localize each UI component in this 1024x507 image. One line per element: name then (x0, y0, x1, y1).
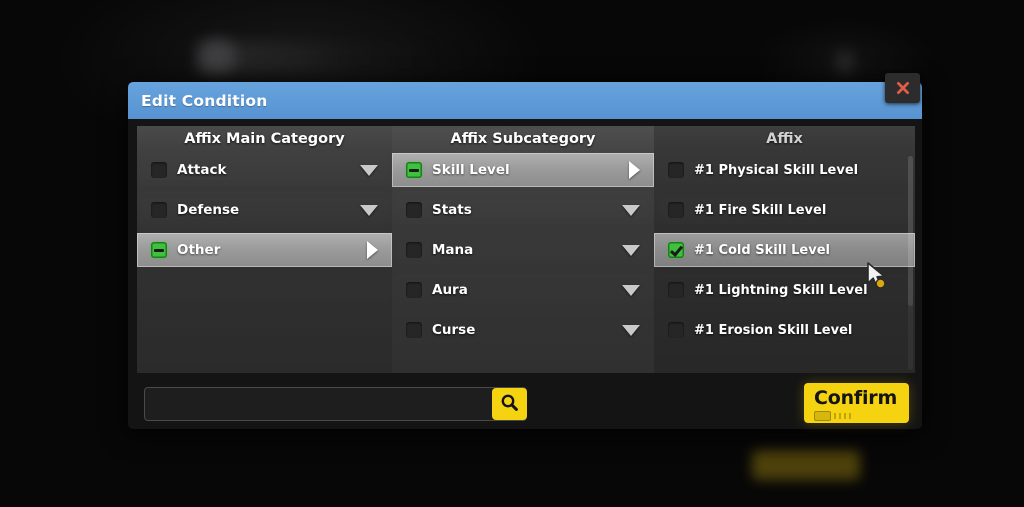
chevron-down-icon[interactable] (622, 244, 640, 256)
subcategory-row-curse[interactable]: Curse (392, 313, 654, 347)
checkbox-unchecked-icon[interactable] (668, 322, 684, 338)
affix-row-fire-skill-level[interactable]: #1 Fire Skill Level (654, 193, 915, 227)
row-label: #1 Fire Skill Level (694, 202, 827, 218)
dialog-bottom-bar: Confirm (128, 375, 922, 429)
background-blurred-icon (200, 38, 236, 74)
subcategory-row-stats[interactable]: Stats (392, 193, 654, 227)
row-label: Defense (177, 202, 240, 218)
affix-subcategory-header: Affix Subcategory (450, 131, 596, 147)
row-label: Curse (432, 322, 476, 338)
row-label: #1 Lightning Skill Level (694, 282, 868, 298)
row-label: Stats (432, 202, 472, 218)
row-label: Other (177, 242, 221, 258)
dialog-title: Edit Condition (141, 91, 268, 110)
edit-condition-dialog: Edit Condition Affix Main Category Attac… (128, 73, 922, 429)
search-button[interactable] (492, 388, 527, 420)
confirm-button[interactable]: Confirm (804, 383, 909, 423)
confirm-button-label: Confirm (814, 387, 898, 409)
keybind-dot-icon (834, 413, 836, 419)
affix-list: #1 Physical Skill Level #1 Fire Skill Le… (654, 153, 915, 347)
chevron-down-icon[interactable] (622, 204, 640, 216)
affix-row-cold-skill-level[interactable]: #1 Cold Skill Level (654, 233, 915, 267)
keybind-dot-icon (844, 413, 846, 419)
affix-scrollbar-thumb[interactable] (908, 156, 913, 306)
row-label: Mana (432, 242, 474, 258)
search-input[interactable] (145, 390, 492, 418)
affix-row-erosion-skill-level[interactable]: #1 Erosion Skill Level (654, 313, 915, 347)
affix-row-lightning-skill-level[interactable]: #1 Lightning Skill Level (654, 273, 915, 307)
dialog-body: Affix Main Category Attack Defense Other… (128, 119, 922, 429)
background-blurred-yellow-button (752, 450, 860, 480)
checkbox-indeterminate-icon[interactable] (406, 162, 422, 178)
main-category-row-other[interactable]: Other (137, 233, 392, 267)
chevron-right-icon[interactable] (367, 241, 378, 259)
dialog-titlebar: Edit Condition (128, 73, 922, 119)
affix-header: Affix (766, 131, 803, 147)
row-label: #1 Physical Skill Level (694, 162, 859, 178)
checkbox-unchecked-icon[interactable] (406, 282, 422, 298)
row-label: #1 Cold Skill Level (694, 242, 830, 258)
close-x-icon (895, 80, 911, 96)
subcategory-row-aura[interactable]: Aura (392, 273, 654, 307)
checkbox-unchecked-icon[interactable] (151, 162, 167, 178)
checkbox-unchecked-icon[interactable] (406, 322, 422, 338)
checkbox-indeterminate-icon[interactable] (151, 242, 167, 258)
close-button[interactable] (885, 73, 920, 103)
row-label: #1 Erosion Skill Level (694, 322, 853, 338)
affix-scrollbar[interactable] (908, 156, 913, 370)
affix-main-category-header: Affix Main Category (184, 131, 345, 147)
game-screen: Edit Condition Affix Main Category Attac… (0, 0, 1024, 507)
category-panels: Affix Main Category Attack Defense Other… (137, 126, 915, 373)
row-label: Skill Level (432, 162, 510, 178)
background-blurred-badge (836, 50, 854, 74)
chevron-down-icon[interactable] (360, 164, 378, 176)
checkbox-unchecked-icon[interactable] (668, 162, 684, 178)
row-label: Aura (432, 282, 468, 298)
checkbox-unchecked-icon[interactable] (151, 202, 167, 218)
affix-main-category-list: Attack Defense Other (137, 153, 392, 267)
keybind-key-icon (814, 411, 831, 421)
chevron-down-icon[interactable] (622, 324, 640, 336)
checkbox-unchecked-icon[interactable] (668, 202, 684, 218)
subcategory-row-skill-level[interactable]: Skill Level (392, 153, 654, 187)
subcategory-row-mana[interactable]: Mana (392, 233, 654, 267)
main-category-row-attack[interactable]: Attack (137, 153, 392, 187)
chevron-down-icon[interactable] (360, 204, 378, 216)
affix-subcategory-panel: Affix Subcategory Skill Level Stats Mana… (392, 126, 654, 373)
main-category-row-defense[interactable]: Defense (137, 193, 392, 227)
checkbox-unchecked-icon[interactable] (406, 242, 422, 258)
checkbox-checked-icon[interactable] (668, 242, 684, 258)
affix-main-category-panel: Affix Main Category Attack Defense Other (137, 126, 392, 373)
chevron-right-icon[interactable] (629, 161, 640, 179)
keybind-dot-icon (839, 413, 841, 419)
row-label: Attack (177, 162, 227, 178)
affix-panel: Affix #1 Physical Skill Level #1 Fire Sk… (654, 126, 915, 373)
search-magnifier-icon (500, 393, 519, 416)
affix-row-physical-skill-level[interactable]: #1 Physical Skill Level (654, 153, 915, 187)
confirm-keybind-hint (814, 411, 851, 421)
keybind-dot-icon (849, 413, 851, 419)
checkbox-unchecked-icon[interactable] (668, 282, 684, 298)
search-field[interactable] (144, 387, 527, 421)
chevron-down-icon[interactable] (622, 284, 640, 296)
affix-subcategory-list: Skill Level Stats Mana Aura Curse (392, 153, 654, 347)
checkbox-unchecked-icon[interactable] (406, 202, 422, 218)
